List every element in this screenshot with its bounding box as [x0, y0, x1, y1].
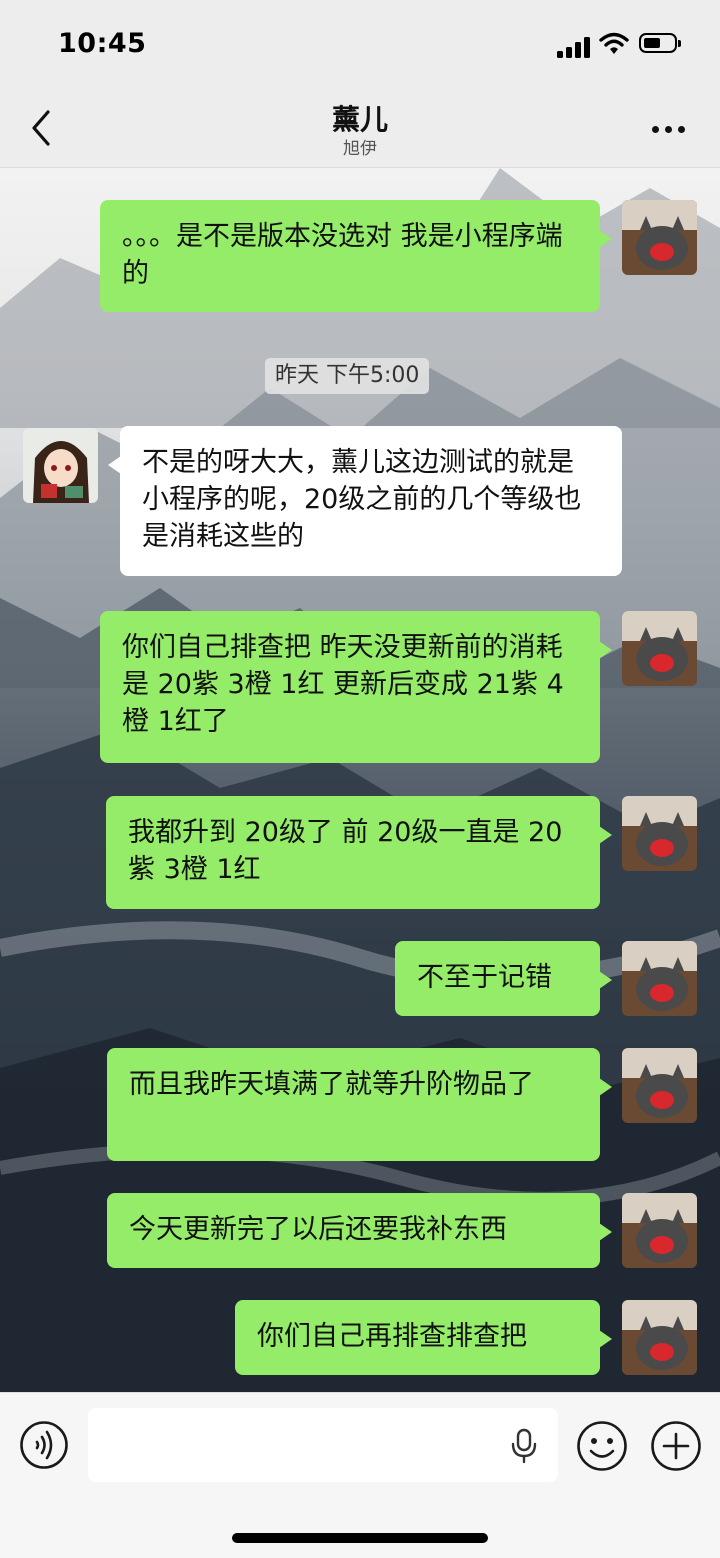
my-avatar[interactable] — [622, 1300, 697, 1375]
message-text: 不至于记错 — [417, 962, 552, 993]
message-bubble[interactable]: 你们自己再排查排查把 — [235, 1300, 612, 1375]
more-dots-icon[interactable] — [646, 114, 690, 144]
microphone-icon[interactable] — [508, 1428, 540, 1464]
my-avatar[interactable] — [622, 611, 697, 686]
contact-avatar[interactable] — [23, 428, 98, 503]
message-text: 我都升到 20级了 前 20级一直是 20紫 3橙 1红 — [128, 817, 563, 885]
battery-icon — [639, 33, 681, 53]
message-text: 。。。是不是版本没选对 我是小程序端的 — [122, 221, 563, 289]
message-list[interactable]: 。。。是不是版本没选对 我是小程序端的 昨天 下午5:00 不是的呀大大，薰儿这… — [0, 168, 720, 1392]
message-bubble[interactable]: 而且我昨天填满了就等升阶物品了 — [107, 1048, 612, 1161]
plus-icon[interactable] — [650, 1420, 702, 1472]
message-text: 你们自己再排查排查把 — [257, 1321, 527, 1352]
chat-subtitle: 旭伊 — [343, 139, 377, 159]
cellular-signal-icon — [557, 36, 591, 58]
message-bubble[interactable]: 。。。是不是版本没选对 我是小程序端的 — [100, 200, 612, 312]
status-bar: 10:45 — [0, 0, 720, 88]
home-indicator[interactable] — [232, 1533, 488, 1543]
voice-mode-icon[interactable] — [19, 1420, 69, 1470]
message-text: 你们自己排查把 昨天没更新前的消耗是 20紫 3橙 1红 更新后变成 21紫 4… — [122, 632, 564, 737]
message-bubble[interactable]: 不是的呀大大，薰儿这边测试的就是小程序的呢，20级之前的几个等级也是消耗这些的 — [108, 426, 622, 576]
message-bubble[interactable]: 不至于记错 — [395, 941, 612, 1016]
chat-title: 薰儿 — [331, 103, 388, 136]
message-timestamp: 昨天 下午5:00 — [265, 358, 430, 394]
emoji-icon[interactable] — [576, 1420, 628, 1472]
wifi-icon — [599, 32, 629, 54]
message-bubble[interactable]: 今天更新完了以后还要我补东西 — [107, 1193, 612, 1268]
status-time: 10:45 — [58, 28, 147, 59]
my-avatar[interactable] — [622, 1048, 697, 1123]
message-input[interactable] — [88, 1408, 558, 1482]
message-text: 今天更新完了以后还要我补东西 — [129, 1214, 507, 1245]
message-text: 不是的呀大大，薰儿这边测试的就是小程序的呢，20级之前的几个等级也是消耗这些的 — [142, 447, 582, 552]
my-avatar[interactable] — [622, 796, 697, 871]
chat-header: 薰儿 旭伊 — [0, 88, 720, 168]
message-text: 而且我昨天填满了就等升阶物品了 — [129, 1069, 534, 1100]
message-bubble[interactable]: 我都升到 20级了 前 20级一直是 20紫 3橙 1红 — [106, 796, 612, 909]
message-bubble[interactable]: 你们自己排查把 昨天没更新前的消耗是 20紫 3橙 1红 更新后变成 21紫 4… — [100, 611, 612, 763]
my-avatar[interactable] — [622, 1193, 697, 1268]
my-avatar[interactable] — [622, 200, 697, 275]
my-avatar[interactable] — [622, 941, 697, 1016]
